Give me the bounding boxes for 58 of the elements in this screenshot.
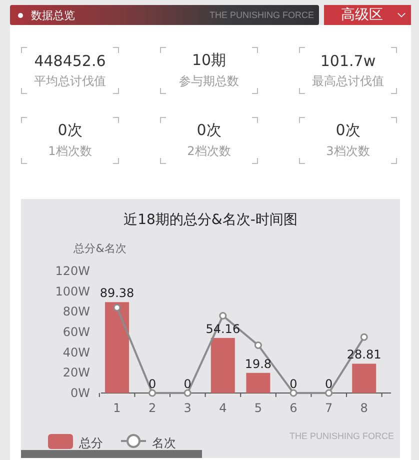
line-point [290, 389, 298, 397]
axis-tick-label: 2 [148, 401, 156, 415]
stat-label: 平均总讨伐值 [34, 72, 106, 90]
line-point [148, 389, 156, 397]
axis-tick-label: 3 [184, 401, 192, 415]
data-label: 0 [148, 377, 156, 391]
chart-title: 近18期的总分&名次-时间图 [122, 211, 298, 230]
stat-value: 0次 [196, 121, 222, 140]
line-point [219, 312, 227, 320]
legend-label: 总分 [79, 436, 103, 450]
axis-tick-label: 100W [55, 284, 90, 298]
data-label: 0 [290, 377, 298, 391]
bar [352, 364, 376, 393]
legend-swatch [48, 434, 73, 449]
axis-tick-label: 8 [360, 401, 368, 415]
stat-value: 448452.6 [34, 52, 106, 70]
stat-value: 10期 [192, 51, 226, 70]
data-label: 54.16 [206, 322, 240, 336]
axis-tick-label: 7 [324, 401, 333, 415]
legend-line-marker [121, 434, 146, 448]
zone-dropdown[interactable]: 高级区 [324, 5, 411, 25]
data-label: 0 [184, 377, 192, 391]
line-point [360, 333, 368, 341]
brand-text: THE PUNISHING FORCE [209, 10, 314, 20]
brand-text: THE PUNISHING FORCE [289, 431, 394, 441]
bar [246, 372, 270, 393]
axis-tick-label: 40W [62, 345, 90, 360]
stat-label: 1档次数 [48, 143, 92, 160]
stat-label: 2档次数 [187, 143, 231, 160]
axis-title: 总分&名次 [74, 242, 126, 255]
stat-value: 0次 [336, 121, 360, 140]
line-point [254, 341, 262, 349]
line-point [325, 389, 333, 397]
axis-tick-label: 6 [290, 401, 298, 415]
stat-label: 3档次数 [326, 143, 370, 160]
caret-icon [397, 12, 406, 18]
stat-label: 参与期总数 [179, 73, 239, 90]
axis-tick-label: 120W [55, 264, 90, 278]
axis-tick-label: 4 [219, 401, 227, 415]
axis-tick-label: 5 [254, 401, 262, 415]
stat-label: 最高总讨伐值 [312, 72, 384, 90]
stat-value: 101.7w [320, 52, 376, 70]
legend-label: 名次 [152, 436, 176, 450]
axis-tick-label: 60W [62, 325, 90, 339]
dot-icon [18, 12, 23, 18]
data-label: 19.8 [244, 356, 272, 371]
line-point [113, 304, 121, 312]
stat-value: 0次 [58, 121, 82, 140]
data-label: 28.81 [346, 348, 382, 362]
axis-tick-label: 1 [113, 401, 121, 415]
bar [210, 338, 235, 393]
line-point [184, 389, 192, 397]
axis-tick-label: 20W [62, 366, 90, 380]
data-label: 0 [324, 377, 333, 391]
section-title: 数据总览 [31, 8, 76, 22]
data-label: 89.38 [100, 286, 134, 300]
axis-tick-label: 0W [70, 386, 90, 400]
axis-tick-label: 80W [62, 304, 90, 319]
